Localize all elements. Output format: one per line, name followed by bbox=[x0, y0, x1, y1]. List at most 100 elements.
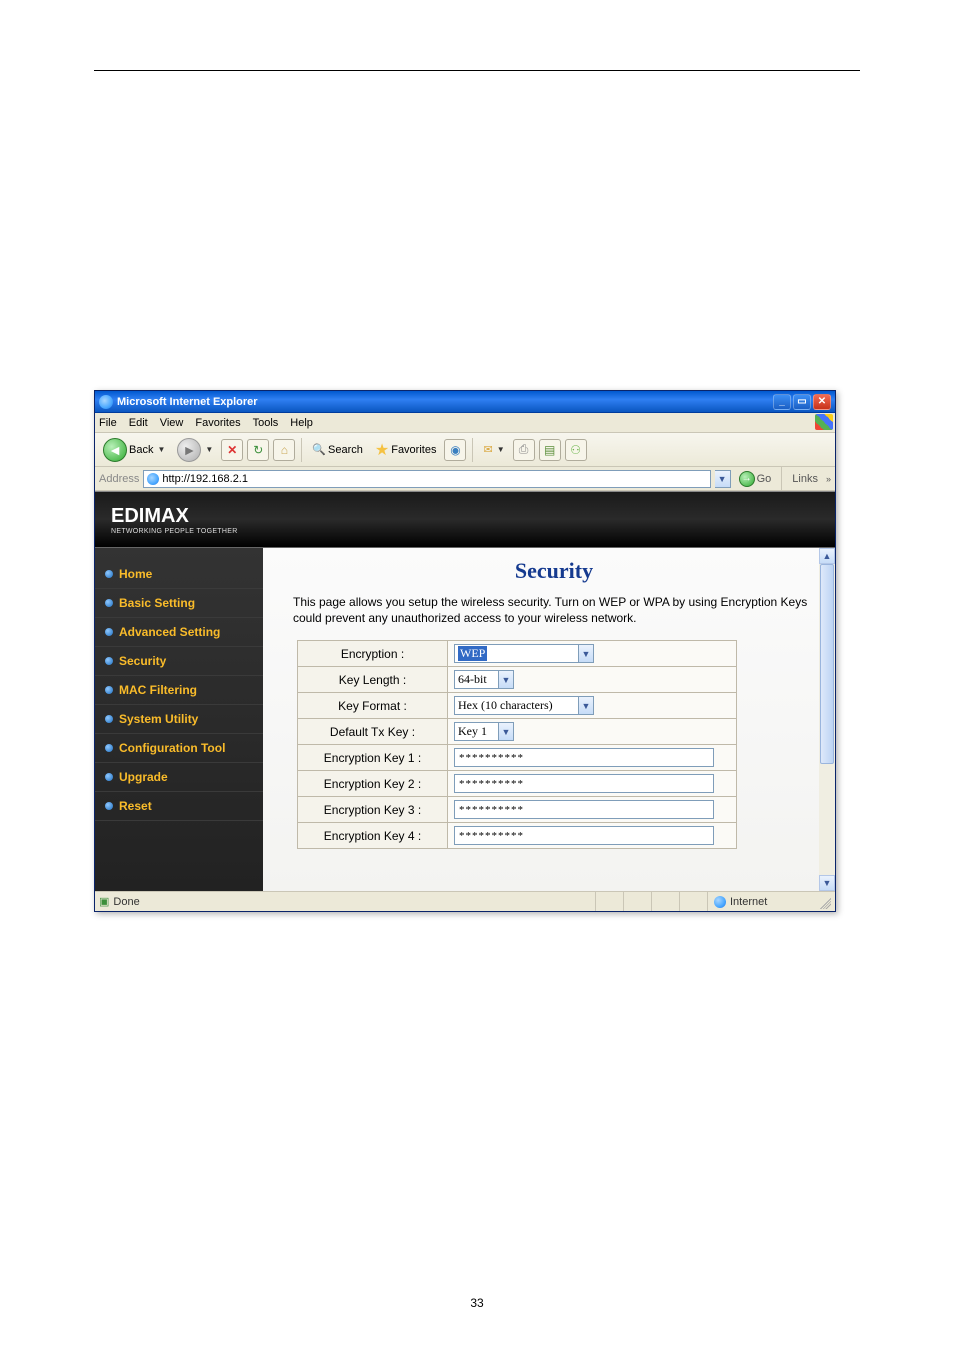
media-icon: ◉ bbox=[450, 443, 460, 457]
close-button[interactable]: ✕ bbox=[813, 394, 831, 410]
page-title: Security bbox=[293, 558, 815, 584]
content-body: Home Basic Setting Advanced Setting Secu… bbox=[95, 548, 835, 891]
refresh-icon: ↻ bbox=[253, 443, 263, 457]
bullet-icon bbox=[105, 744, 113, 752]
sidebar-item-home[interactable]: Home bbox=[95, 560, 263, 589]
row-encryption-key-2: Encryption Key 2 : ********** bbox=[298, 771, 737, 797]
encryption-key-2-value: ********** bbox=[459, 778, 524, 790]
sidebar-item-label: Advanced Setting bbox=[119, 625, 220, 639]
window-title: Microsoft Internet Explorer bbox=[117, 396, 773, 408]
encryption-select[interactable]: WEP ▼ bbox=[454, 644, 594, 663]
sidebar-item-security[interactable]: Security bbox=[95, 647, 263, 676]
scroll-up-button[interactable]: ▲ bbox=[819, 548, 835, 564]
main-pane: Security This page allows you setup the … bbox=[263, 548, 835, 891]
sidebar-item-system-utility[interactable]: System Utility bbox=[95, 705, 263, 734]
address-bar: Address http://192.168.2.1 ▼ → Go Links … bbox=[95, 467, 835, 491]
menu-edit[interactable]: Edit bbox=[129, 417, 148, 429]
favorites-button[interactable]: ★ Favorites bbox=[371, 438, 441, 462]
maximize-button[interactable]: ▭ bbox=[793, 394, 811, 410]
default-tx-key-value: Key 1 bbox=[458, 724, 487, 739]
refresh-button[interactable]: ↻ bbox=[247, 439, 269, 461]
scroll-track[interactable] bbox=[819, 564, 835, 875]
settings-table: Encryption : WEP ▼ Key Length : 64 bbox=[297, 640, 737, 849]
bullet-icon bbox=[105, 802, 113, 810]
sidebar-item-label: Home bbox=[119, 567, 152, 581]
back-button[interactable]: ◄ Back ▼ bbox=[99, 436, 169, 464]
bullet-icon bbox=[105, 599, 113, 607]
forward-arrow-icon: ► bbox=[177, 438, 201, 462]
bullet-icon bbox=[105, 686, 113, 694]
menu-tools[interactable]: Tools bbox=[253, 417, 279, 429]
default-tx-key-select[interactable]: Key 1 ▼ bbox=[454, 722, 514, 741]
chevron-down-icon: ▼ bbox=[578, 645, 593, 662]
address-input[interactable]: http://192.168.2.1 bbox=[143, 470, 710, 488]
edit-button[interactable]: ▤ bbox=[539, 439, 561, 461]
sidebar-item-label: MAC Filtering bbox=[119, 683, 197, 697]
go-arrow-icon: → bbox=[739, 471, 755, 487]
address-dropdown-button[interactable]: ▼ bbox=[715, 470, 731, 488]
minimize-button[interactable]: _ bbox=[773, 394, 791, 410]
status-zone-text: Internet bbox=[730, 896, 767, 908]
sidebar-item-reset[interactable]: Reset bbox=[95, 792, 263, 821]
sidebar-item-label: Security bbox=[119, 654, 166, 668]
scroll-thumb[interactable] bbox=[820, 564, 834, 764]
menu-view[interactable]: View bbox=[160, 417, 184, 429]
status-done-text: Done bbox=[113, 896, 139, 908]
horizontal-rule bbox=[94, 70, 860, 71]
label-key-format: Key Format : bbox=[298, 693, 448, 719]
sidebar-item-label: Basic Setting bbox=[119, 596, 195, 610]
key-format-select[interactable]: Hex (10 characters) ▼ bbox=[454, 696, 594, 715]
mail-button[interactable]: ✉▼ bbox=[479, 441, 508, 458]
address-label: Address bbox=[99, 473, 139, 485]
edit-icon: ▤ bbox=[544, 443, 555, 457]
sidebar-item-upgrade[interactable]: Upgrade bbox=[95, 763, 263, 792]
vertical-scrollbar[interactable]: ▲ ▼ bbox=[819, 548, 835, 891]
home-button[interactable]: ⌂ bbox=[273, 439, 295, 461]
encryption-key-1-value: ********** bbox=[459, 752, 524, 764]
back-arrow-icon: ◄ bbox=[103, 438, 127, 462]
address-url: http://192.168.2.1 bbox=[162, 473, 248, 485]
back-label: Back bbox=[129, 444, 153, 456]
page-icon: ▣ bbox=[99, 895, 109, 908]
bullet-icon bbox=[105, 628, 113, 636]
bullet-icon bbox=[105, 715, 113, 723]
sidebar-item-label: System Utility bbox=[119, 712, 198, 726]
menu-help[interactable]: Help bbox=[290, 417, 313, 429]
encryption-key-3-input[interactable]: ********** bbox=[454, 800, 714, 819]
sidebar-item-configuration-tool[interactable]: Configuration Tool bbox=[95, 734, 263, 763]
encryption-key-4-input[interactable]: ********** bbox=[454, 826, 714, 845]
sidebar-item-label: Upgrade bbox=[119, 770, 168, 784]
stop-button[interactable]: ✕ bbox=[221, 439, 243, 461]
menu-file[interactable]: File bbox=[99, 417, 117, 429]
row-encryption-key-3: Encryption Key 3 : ********** bbox=[298, 797, 737, 823]
menu-favorites[interactable]: Favorites bbox=[195, 417, 240, 429]
resize-grip-icon[interactable] bbox=[817, 895, 831, 909]
search-button[interactable]: 🔍 Search bbox=[308, 441, 367, 458]
brand-tagline: NETWORKING PEOPLE TOGETHER bbox=[111, 528, 238, 535]
messenger-icon: ⚇ bbox=[570, 443, 581, 457]
status-cell bbox=[651, 892, 679, 911]
home-icon: ⌂ bbox=[281, 443, 288, 457]
key-length-select[interactable]: 64-bit ▼ bbox=[454, 670, 514, 689]
sidebar-item-basic-setting[interactable]: Basic Setting bbox=[95, 589, 263, 618]
forward-button[interactable]: ► ▼ bbox=[173, 436, 217, 464]
label-encryption: Encryption : bbox=[298, 641, 448, 667]
discuss-button[interactable]: ⚇ bbox=[565, 439, 587, 461]
status-cell bbox=[595, 892, 623, 911]
brand-logo: EDIMAX NETWORKING PEOPLE TOGETHER bbox=[111, 505, 238, 535]
page-number: 33 bbox=[0, 1296, 954, 1310]
encryption-key-2-input[interactable]: ********** bbox=[454, 774, 714, 793]
encryption-key-1-input[interactable]: ********** bbox=[454, 748, 714, 767]
window-titlebar[interactable]: Microsoft Internet Explorer _ ▭ ✕ bbox=[95, 391, 835, 413]
label-encryption-key-3: Encryption Key 3 : bbox=[298, 797, 448, 823]
scroll-down-button[interactable]: ▼ bbox=[819, 875, 835, 891]
print-button[interactable]: ⎙ bbox=[513, 439, 535, 461]
label-encryption-key-2: Encryption Key 2 : bbox=[298, 771, 448, 797]
go-button[interactable]: → Go bbox=[735, 470, 776, 488]
windows-logo-icon bbox=[815, 414, 833, 430]
sidebar-item-mac-filtering[interactable]: MAC Filtering bbox=[95, 676, 263, 705]
chevron-down-icon: ▼ bbox=[498, 723, 513, 740]
sidebar-item-advanced-setting[interactable]: Advanced Setting bbox=[95, 618, 263, 647]
mail-icon: ✉ bbox=[483, 443, 492, 456]
media-button[interactable]: ◉ bbox=[444, 439, 466, 461]
